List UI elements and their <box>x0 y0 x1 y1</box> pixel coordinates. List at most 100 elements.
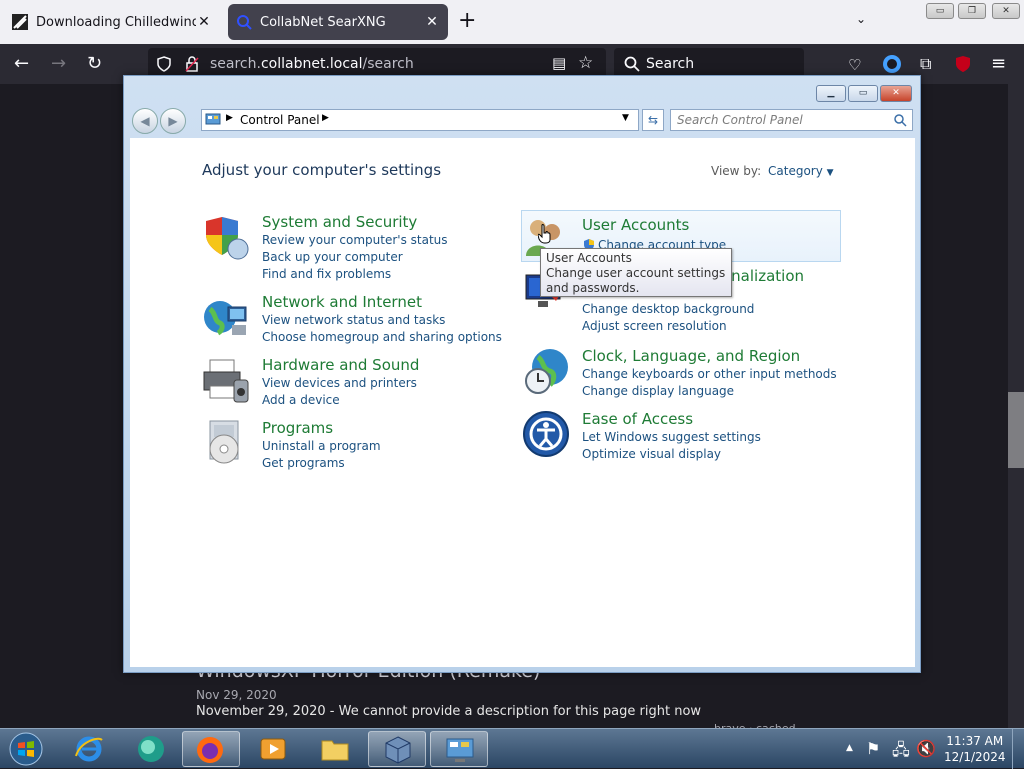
windows-start-icon[interactable] <box>4 731 48 767</box>
taskbar-firefox[interactable] <box>182 731 240 767</box>
category-link[interactable]: Change display language <box>582 384 734 398</box>
insecure-lock-icon[interactable] <box>184 56 200 72</box>
tab-searxng[interactable]: CollabNet SearXNG ✕ <box>228 4 448 40</box>
minimize-button[interactable]: ▭ <box>926 3 954 19</box>
category-link[interactable]: Back up your computer <box>262 250 403 264</box>
account-icon[interactable] <box>882 54 902 74</box>
result-description: November 29, 2020 - We cannot provide a … <box>196 704 702 719</box>
category-title[interactable]: System and Security <box>262 213 417 231</box>
category-title[interactable]: Hardware and Sound <box>262 356 419 374</box>
browser-tab-bar: Downloading Chilledwindows.exe ✕ CollabN… <box>0 0 1024 44</box>
cp-close-button[interactable]: ✕ <box>880 85 912 102</box>
taskbar-virtualbox[interactable] <box>368 731 426 767</box>
taskbar-ie[interactable] <box>60 731 118 767</box>
cp-search-input[interactable]: Search Control Panel <box>670 109 913 131</box>
scrollbar-thumb[interactable] <box>1008 392 1024 468</box>
taskbar-media[interactable] <box>244 731 302 767</box>
firefox-icon <box>197 737 223 763</box>
category-title[interactable]: User Accounts <box>582 216 689 234</box>
control-panel-window: ▁ ▭ ✕ ◀ ▶ ▶ Control Panel ▶ ▼ ⇆ Search C… <box>123 75 921 673</box>
category-title[interactable]: Programs <box>262 419 333 437</box>
bookmark-star-icon[interactable]: ☆ <box>578 53 593 73</box>
cp-maximize-button[interactable]: ▭ <box>848 85 878 102</box>
cp-search-placeholder: Search Control Panel <box>677 113 803 127</box>
refresh-icon[interactable]: ⇆ <box>642 109 664 131</box>
category-link[interactable]: Add a device <box>262 393 340 407</box>
category-link[interactable]: View network status and tasks <box>262 313 445 327</box>
show-hidden-icons[interactable]: ▲ <box>846 743 853 753</box>
breadcrumb-arrow-icon[interactable]: ▶ <box>226 113 233 123</box>
taskbar-control-panel[interactable] <box>430 731 488 767</box>
category-title[interactable]: Clock, Language, and Region <box>582 347 800 365</box>
ease-of-access-icon <box>523 411 569 457</box>
category-link[interactable]: Get programs <box>262 456 345 470</box>
chevron-down-icon: ▼ <box>826 168 834 178</box>
category-title[interactable]: Network and Internet <box>262 293 422 311</box>
clock[interactable]: 11:37 AM 12/1/2024 <box>944 733 1006 765</box>
network-icon[interactable]: 🖧 <box>892 739 910 766</box>
tab-downloading[interactable]: Downloading Chilledwindows.exe ✕ <box>4 4 220 40</box>
virtualbox-icon <box>385 736 411 764</box>
cp-search-icon[interactable] <box>893 113 907 127</box>
volume-muted-icon[interactable]: 🔇 <box>916 739 936 758</box>
category-link[interactable]: Uninstall a program <box>262 439 381 453</box>
show-desktop-button[interactable] <box>1012 729 1024 769</box>
tab-close-icon[interactable]: ✕ <box>196 14 212 30</box>
category-link[interactable]: Find and fix problems <box>262 267 391 281</box>
programs-disc-icon <box>209 420 239 464</box>
address-dropdown-icon[interactable]: ▼ <box>622 113 629 123</box>
page-title: Adjust your computer's settings <box>202 161 442 179</box>
reload-icon[interactable]: ↻ <box>87 54 102 74</box>
category-link[interactable]: Choose homegroup and sharing options <box>262 330 502 344</box>
category-link[interactable]: Let Windows suggest settings <box>582 430 761 444</box>
breadcrumb-control-panel[interactable]: Control Panel <box>240 113 320 127</box>
shield-icon <box>206 217 249 260</box>
category-title[interactable]: Ease of Access <box>582 410 693 428</box>
tab-title: Downloading Chilledwindows.exe <box>36 14 196 30</box>
ublock-icon[interactable] <box>954 55 972 73</box>
category-link[interactable]: Change keyboards or other input methods <box>582 367 837 381</box>
hand-cursor-icon <box>538 224 551 244</box>
cp-forward-icon[interactable]: ▶ <box>160 108 186 134</box>
network-globe-icon <box>204 301 247 336</box>
reader-view-icon[interactable]: ▤ <box>552 54 566 72</box>
category-title[interactable]: onalization <box>722 267 804 285</box>
printer-icon <box>203 359 249 403</box>
extensions-icon[interactable]: ⧉ <box>920 54 931 74</box>
search-placeholder: Search <box>646 56 695 72</box>
tab-title: CollabNet SearXNG <box>260 14 386 30</box>
action-center-icon[interactable]: ⚑ <box>866 739 880 758</box>
cp-minimize-button[interactable]: ▁ <box>816 85 846 102</box>
close-button[interactable]: ✕ <box>992 3 1020 19</box>
maximize-button[interactable]: ❐ <box>958 3 986 19</box>
search-favicon-icon <box>237 15 252 30</box>
breadcrumb-arrow-icon[interactable]: ▶ <box>322 113 329 123</box>
view-by-label: View by: <box>711 164 762 178</box>
control-panel-taskbar-icon <box>446 738 474 762</box>
menu-icon[interactable]: ≡ <box>991 54 1006 74</box>
pocket-icon[interactable]: ♡ <box>848 55 861 75</box>
shield-tracking-icon[interactable] <box>156 56 172 72</box>
clock-globe-icon <box>525 349 568 394</box>
cp-address-bar[interactable]: ▶ Control Panel ▶ ▼ <box>201 109 639 131</box>
view-by-dropdown[interactable]: Category ▼ <box>768 164 834 178</box>
category-link[interactable]: Adjust screen resolution <box>582 319 727 333</box>
category-link[interactable]: Optimize visual display <box>582 447 721 461</box>
search-icon <box>624 56 640 72</box>
clock-time: 11:37 AM <box>946 734 1004 748</box>
forward-icon[interactable]: → <box>51 54 66 74</box>
category-link[interactable]: View devices and printers <box>262 376 417 390</box>
back-icon[interactable]: ← <box>14 54 29 74</box>
tooltip-body: Change user account settings and passwor… <box>546 266 726 295</box>
taskbar-app[interactable] <box>122 731 180 767</box>
category-link[interactable]: Review your computer's status <box>262 233 448 247</box>
taskbar-explorer[interactable] <box>306 731 364 767</box>
tooltip-title: User Accounts <box>546 251 632 265</box>
category-link[interactable]: Change desktop background <box>582 302 754 316</box>
tab-close-icon[interactable]: ✕ <box>424 14 440 30</box>
taskbar: ▲ ⚑ 🖧 🔇 11:37 AM 12/1/2024 <box>0 728 1024 769</box>
new-tab-button[interactable]: + <box>458 10 476 32</box>
list-all-tabs-button[interactable]: ⌄ <box>856 12 866 26</box>
app-globe-icon <box>138 736 164 762</box>
cp-back-icon[interactable]: ◀ <box>132 108 158 134</box>
